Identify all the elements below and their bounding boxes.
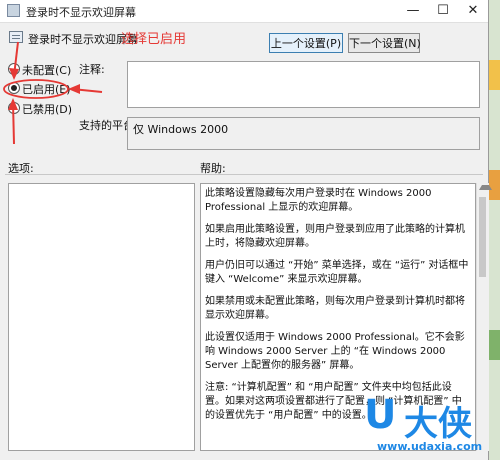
desktop-decoration	[489, 330, 500, 360]
desktop-decoration	[489, 60, 500, 90]
annotation-text: 选择已启用	[121, 32, 187, 47]
help-paragraph: 此策略设置隐藏每次用户登录时在 Windows 2000 Professiona…	[205, 188, 432, 213]
help-paragraph: 用户仍旧可以通过 “开始” 菜单选择，或在 “运行” 对话框中键入 “Welco…	[205, 260, 469, 285]
watermark-logo-u: U	[364, 392, 397, 438]
next-setting-button[interactable]: 下一个设置(N)	[348, 33, 421, 53]
scroll-up-icon[interactable]	[479, 185, 492, 190]
policy-icon	[7, 4, 20, 17]
policy-dialog: 登录时不显示欢迎屏幕 — ☐ ✕ 登录时不显示欢迎屏幕 选择已启用 上一个设置(…	[0, 0, 492, 460]
title-bar: 登录时不显示欢迎屏幕 — ☐ ✕	[0, 0, 488, 23]
help-paragraph: 如果启用此策略设置，则用户登录到应用了此策略的计算机上时，将隐藏欢迎屏幕。	[205, 224, 465, 249]
close-icon[interactable]: ✕	[458, 0, 488, 22]
watermark-url: www.udaxia.com	[377, 440, 483, 453]
previous-setting-button[interactable]: 上一个设置(P)	[269, 33, 343, 53]
help-paragraph: 如果禁用或未配置此策略，则每次用户登录到计算机时都将显示欢迎屏幕。	[205, 296, 465, 321]
annotation-arrow-icon	[3, 41, 103, 145]
watermark-logo-text: 大侠	[404, 404, 472, 444]
scrollbar-thumb[interactable]	[479, 197, 486, 277]
window-title: 登录时不显示欢迎屏幕	[26, 6, 136, 19]
options-panel	[8, 183, 195, 451]
background-desktop	[489, 0, 500, 460]
minimize-icon[interactable]: —	[398, 0, 428, 22]
maximize-icon[interactable]: ☐	[428, 0, 458, 22]
platform-field: 仅 Windows 2000	[127, 117, 480, 150]
help-paragraph: 此设置仅适用于 Windows 2000 Professional。它不会影响 …	[205, 332, 465, 371]
comment-label: 注释:	[79, 63, 105, 76]
comment-field[interactable]	[127, 61, 480, 108]
help-scrollbar[interactable]	[476, 183, 492, 451]
divider	[5, 174, 483, 175]
